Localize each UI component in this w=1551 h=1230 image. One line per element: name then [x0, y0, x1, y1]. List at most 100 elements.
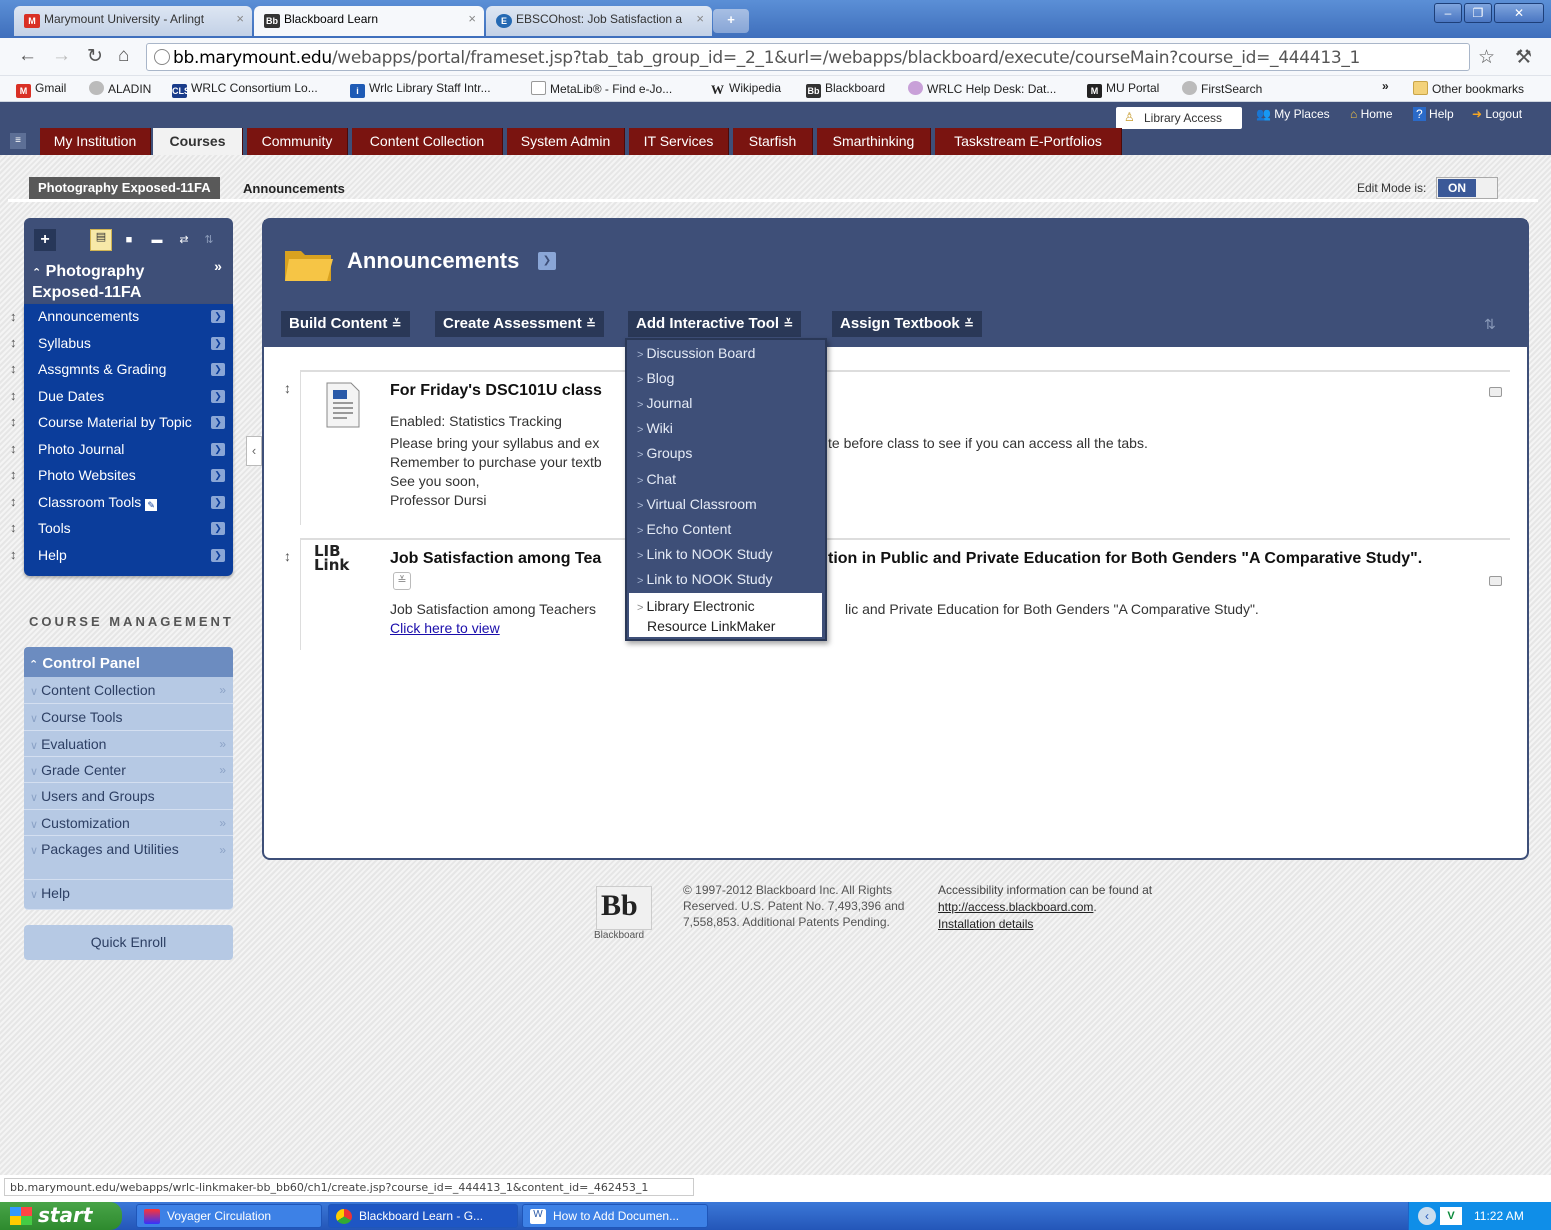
chevron-down-icon[interactable]: ❯	[211, 416, 225, 429]
bookmark-aladin[interactable]: ALADIN	[89, 81, 151, 96]
more-icon[interactable]: »	[219, 816, 226, 830]
quick-enroll-button[interactable]: Quick Enroll	[24, 925, 233, 960]
more-icon[interactable]: »	[219, 763, 226, 777]
tab-content-collection[interactable]: Content Collection	[352, 128, 503, 155]
bookmark-wrlc[interactable]: CLSWRLC Consortium Lo...	[172, 81, 318, 98]
tab-taskstream[interactable]: Taskstream E-Portfolios	[935, 128, 1122, 155]
bookmark-mu-portal[interactable]: M MU Portal	[1087, 81, 1159, 98]
sort-icon[interactable]: ⇅	[1484, 316, 1496, 333]
more-icon[interactable]: »	[219, 683, 226, 697]
expand-menu-icon[interactable]: »	[205, 258, 231, 290]
drag-handle-icon[interactable]: ↕	[284, 380, 291, 396]
home-link[interactable]: ⌂ Home	[1350, 107, 1393, 121]
tab-courses[interactable]: Courses	[153, 128, 243, 155]
drag-handle-icon[interactable]: ↕	[10, 547, 20, 562]
control-panel-header[interactable]: ⌃ Control Panel	[24, 647, 233, 677]
menu-item-classroom-tools[interactable]: Classroom Tools ✎ ❯	[24, 490, 233, 517]
drag-handle-icon[interactable]: ↕	[10, 441, 20, 456]
tray-expand-icon[interactable]: ‹	[1418, 1207, 1436, 1225]
close-window-button[interactable]: ✕	[1494, 3, 1544, 23]
breadcrumb-course[interactable]: Photography Exposed-11FA	[29, 177, 220, 199]
close-icon[interactable]: ×	[468, 11, 476, 26]
menu-item-chat[interactable]: > Chat	[637, 471, 676, 487]
item-title[interactable]: tion in Public and Private Education for…	[828, 550, 1422, 568]
menu-item-nook-study[interactable]: > Link to NOOK Study	[637, 571, 773, 587]
chevron-down-icon[interactable]: ❯	[211, 469, 225, 482]
build-content-button[interactable]: Build Content ≚	[281, 311, 410, 337]
item-title[interactable]: For Friday's DSC101U class	[390, 382, 602, 400]
close-icon[interactable]: ×	[696, 11, 704, 26]
cp-grade-center[interactable]: ∨ Grade Center »	[24, 757, 233, 783]
accessibility-link[interactable]: http://access.blackboard.com	[938, 900, 1093, 914]
drag-handle-icon[interactable]: ↕	[10, 361, 20, 376]
window-view-icon[interactable]: ▬	[150, 233, 164, 247]
menu-item-course-material[interactable]: Course Material by Topic ❯	[24, 410, 233, 437]
menu-item-linkmaker[interactable]: > Library Electronic Resource LinkMaker	[637, 597, 775, 635]
tab-system-admin[interactable]: System Admin	[507, 128, 625, 155]
logout-link[interactable]: ➜ Logout	[1472, 107, 1522, 121]
item-options-icon[interactable]	[1489, 576, 1502, 586]
menu-item-journal[interactable]: > Journal	[637, 395, 692, 411]
chevron-down-icon[interactable]: ❯	[211, 522, 225, 535]
tab-menu-icon[interactable]: ≡	[10, 133, 26, 149]
menu-item-syllabus[interactable]: Syllabus ❯	[24, 331, 233, 358]
tab-smarthinking[interactable]: Smarthinking	[817, 128, 931, 155]
sort-icon[interactable]: ⇅	[202, 233, 216, 247]
menu-item-virtual-classroom[interactable]: > Virtual Classroom	[637, 496, 757, 512]
other-bookmarks[interactable]: Other bookmarks	[1413, 81, 1524, 96]
cp-course-tools[interactable]: ∨ Course Tools	[24, 704, 233, 731]
item-title[interactable]: Job Satisfaction among Tea	[390, 550, 601, 568]
drag-handle-icon[interactable]: ↕	[10, 467, 20, 482]
cp-users-groups[interactable]: ∨ Users and Groups	[24, 783, 233, 810]
bookmark-blackboard[interactable]: Bb Blackboard	[806, 81, 885, 98]
new-tab-button[interactable]: +	[713, 9, 749, 33]
collapse-sidebar-icon[interactable]: ‹	[246, 436, 262, 466]
bookmark-gmail[interactable]: M Gmail	[16, 81, 66, 98]
more-bookmarks-button[interactable]: »	[1382, 79, 1389, 93]
address-bar[interactable]: bb.marymount.edu/webapps/portal/frameset…	[146, 43, 1470, 71]
browser-tab[interactable]: M Marymount University - Arlingt ×	[14, 6, 252, 36]
create-assessment-button[interactable]: Create Assessment ≚	[435, 311, 604, 337]
folder-view-icon[interactable]: ■	[122, 233, 136, 247]
library-access-link[interactable]: ♙ Library Access	[1116, 107, 1242, 129]
title-options-icon[interactable]: ❯	[538, 252, 556, 270]
drag-handle-icon[interactable]: ↕	[10, 520, 20, 535]
chevron-down-icon[interactable]: ≚	[393, 572, 411, 590]
installation-details-link[interactable]: Installation details	[938, 917, 1033, 931]
chevron-down-icon[interactable]: ❯	[211, 336, 225, 350]
menu-item-echo-content[interactable]: > Echo Content	[637, 521, 731, 537]
drag-handle-icon[interactable]: ↕	[10, 388, 20, 403]
item-options-icon[interactable]	[1489, 387, 1502, 397]
my-places-link[interactable]: 👥 My Places	[1256, 107, 1330, 121]
chevron-down-icon[interactable]: ❯	[211, 389, 225, 403]
menu-item-discussion-board[interactable]: > Discussion Board	[637, 345, 755, 361]
menu-item-photo-journal[interactable]: Photo Journal ❯	[24, 437, 233, 464]
tab-community[interactable]: Community	[247, 128, 348, 155]
back-icon[interactable]: ←	[18, 45, 37, 67]
cp-evaluation[interactable]: ∨ Evaluation »	[24, 731, 233, 757]
menu-item-photo-websites[interactable]: Photo Websites ❯	[24, 463, 233, 490]
chevron-down-icon[interactable]: ❯	[211, 310, 225, 323]
menu-item-wiki[interactable]: > Wiki	[637, 420, 673, 436]
assign-textbook-button[interactable]: Assign Textbook ≚	[832, 311, 982, 337]
add-interactive-tool-button[interactable]: Add Interactive Tool ≚	[628, 311, 802, 337]
more-icon[interactable]: »	[219, 737, 226, 751]
maximize-button[interactable]: ❐	[1464, 3, 1492, 23]
chevron-down-icon[interactable]: ❯	[211, 548, 225, 562]
cp-help[interactable]: ∨ Help	[24, 880, 233, 910]
minimize-button[interactable]: –	[1434, 3, 1462, 23]
star-icon[interactable]: ☆	[1478, 46, 1495, 69]
bookmark-wrlc-help[interactable]: WRLC Help Desk: Dat...	[908, 81, 1056, 96]
reload-icon[interactable]: ↻	[87, 45, 103, 68]
refresh-icon[interactable]: ⇄	[177, 233, 191, 247]
menu-item-tools[interactable]: Tools ❯	[24, 516, 233, 543]
bookmark-metalib[interactable]: MetaLib® - Find e-Jo...	[531, 81, 672, 96]
taskbar-item[interactable]: Voyager Circulation	[136, 1204, 322, 1228]
drag-handle-icon[interactable]: ↕	[284, 548, 291, 564]
tab-starfish[interactable]: Starfish	[733, 128, 813, 155]
taskbar-item[interactable]: W How to Add Documen...	[522, 1204, 708, 1228]
bookmark-wrlc-staff[interactable]: i Wrlc Library Staff Intr...	[350, 81, 491, 98]
drag-handle-icon[interactable]: ↕	[10, 414, 20, 429]
add-menu-item-button[interactable]: +	[34, 229, 56, 251]
tab-my-institution[interactable]: My Institution	[40, 128, 151, 155]
